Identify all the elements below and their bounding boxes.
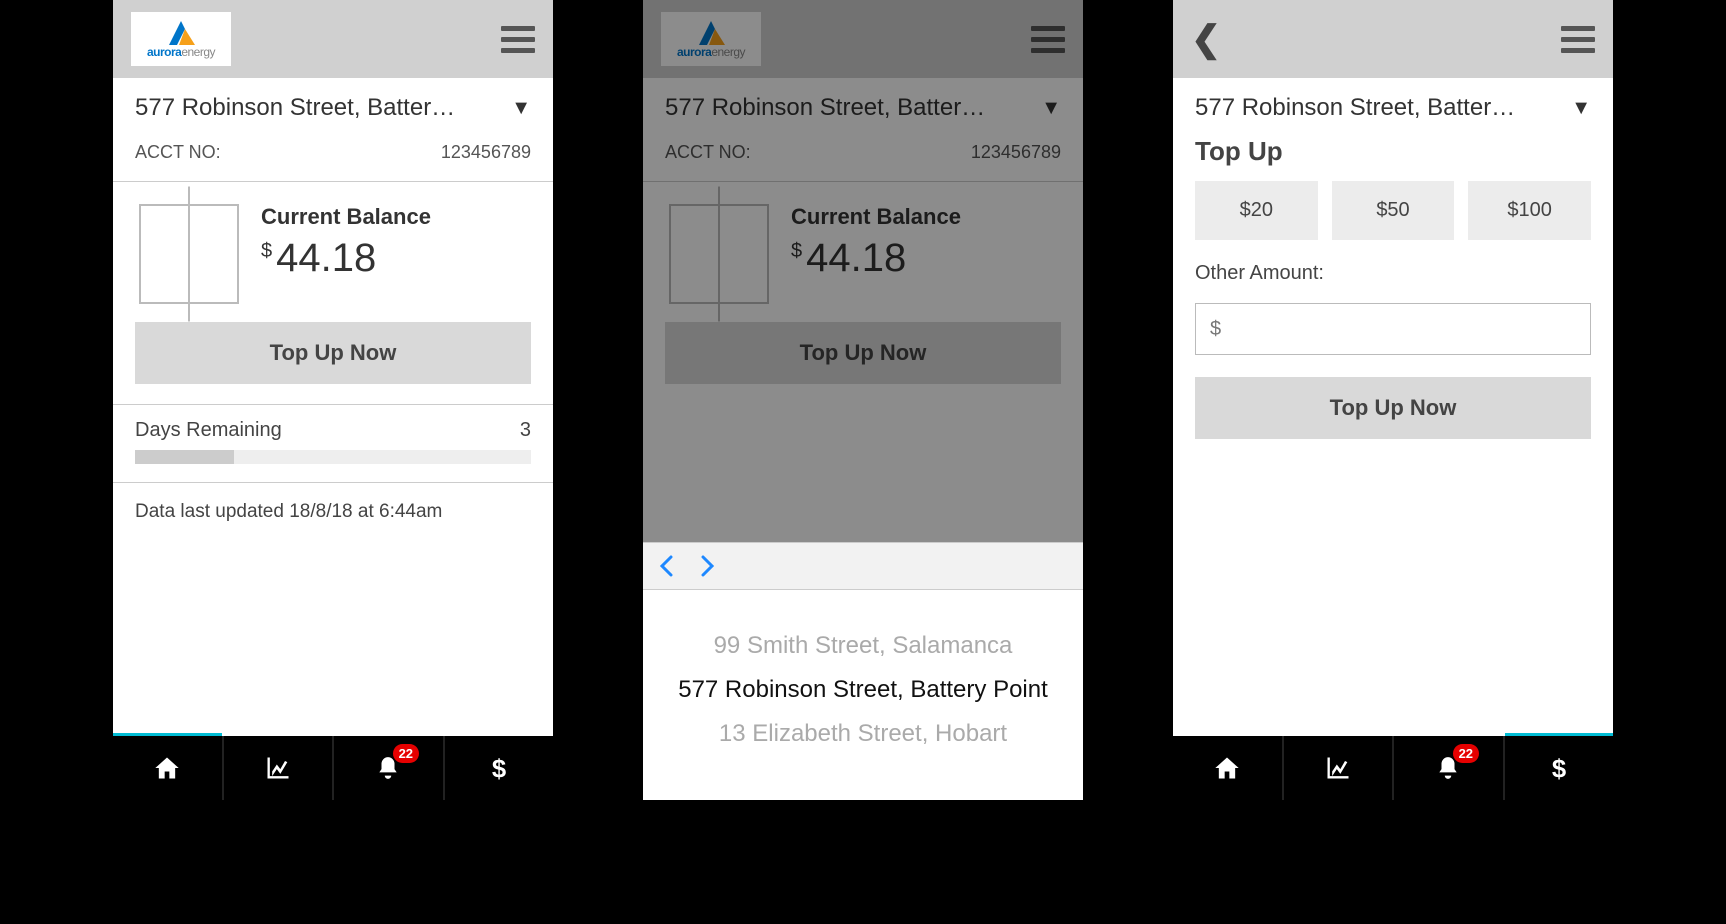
brand-logo: auroraenergy <box>131 12 231 66</box>
days-progress-bar <box>135 450 531 464</box>
header: auroraenergy <box>113 0 553 78</box>
notification-badge: 22 <box>393 744 419 763</box>
address-text: 577 Robinson Street, Batter… <box>135 94 455 122</box>
tab-bar: 22 $ <box>1173 736 1613 800</box>
back-icon[interactable]: ❮ <box>1191 18 1221 60</box>
account-number: 123456789 <box>441 142 531 163</box>
balance-amount: $44.18 <box>261 236 431 281</box>
tab-usage[interactable] <box>1282 736 1393 800</box>
page-title: Top Up <box>1173 132 1613 181</box>
address-selector[interactable]: 577 Robinson Street, Batter… ▼ <box>113 78 553 132</box>
tab-bar: 22 $ <box>113 736 553 800</box>
tab-payments[interactable]: $ <box>443 736 554 800</box>
notification-badge: 22 <box>1453 744 1479 763</box>
account-row: ACCT NO: 123456789 <box>113 132 553 181</box>
topup-now-button[interactable]: Top Up Now <box>1195 377 1591 439</box>
chevron-down-icon: ▼ <box>1571 97 1591 120</box>
amount-preset-button[interactable]: $50 <box>1332 181 1455 240</box>
header: ❮ <box>1173 0 1613 78</box>
tab-home[interactable] <box>113 736 222 800</box>
currency-prefix: $ <box>1210 318 1221 341</box>
address-picker: 99 Smith Street, Salamanca 577 Robinson … <box>643 542 1083 800</box>
topup-now-button[interactable]: Top Up Now <box>135 322 531 384</box>
other-amount-input[interactable]: $ <box>1195 303 1591 355</box>
address-selector[interactable]: 577 Robinson Street, Batter… ▼ <box>1173 78 1613 132</box>
other-amount-label: Other Amount: <box>1173 262 1613 295</box>
picker-wheel[interactable]: 99 Smith Street, Salamanca 577 Robinson … <box>643 590 1083 800</box>
picker-option[interactable]: 99 Smith Street, Salamanca <box>643 624 1083 668</box>
screen-address-picker: auroraenergy 577 Robinson Street, Batter… <box>643 0 1083 800</box>
tab-notifications[interactable]: 22 <box>1392 736 1503 800</box>
image-placeholder-icon <box>139 204 239 304</box>
amount-preset-row: $20 $50 $100 <box>1173 181 1613 240</box>
picker-toolbar <box>643 542 1083 590</box>
svg-text:$: $ <box>492 755 506 782</box>
tab-notifications[interactable]: 22 <box>332 736 443 800</box>
svg-text:$: $ <box>1552 755 1566 782</box>
screen-topup: ❮ 577 Robinson Street, Batter… ▼ Top Up … <box>1173 0 1613 800</box>
account-label: ACCT NO: <box>135 142 221 163</box>
amount-preset-button[interactable]: $100 <box>1468 181 1591 240</box>
balance-label: Current Balance <box>261 204 431 230</box>
chevron-down-icon: ▼ <box>511 97 531 120</box>
picker-next-icon[interactable] <box>701 555 715 577</box>
amount-preset-button[interactable]: $20 <box>1195 181 1318 240</box>
days-value: 3 <box>520 419 531 442</box>
tab-payments[interactable]: $ <box>1503 736 1614 800</box>
tab-usage[interactable] <box>222 736 333 800</box>
picker-option[interactable]: 577 Robinson Street, Battery Point <box>643 668 1083 712</box>
days-label: Days Remaining <box>135 419 282 442</box>
tab-home[interactable] <box>1173 736 1282 800</box>
screen-home: auroraenergy 577 Robinson Street, Batter… <box>113 0 553 800</box>
menu-icon[interactable] <box>1561 26 1595 53</box>
menu-icon[interactable] <box>501 26 535 53</box>
picker-option[interactable]: 13 Elizabeth Street, Hobart <box>643 712 1083 756</box>
last-updated-text: Data last updated 18/8/18 at 6:44am <box>113 483 553 541</box>
picker-prev-icon[interactable] <box>659 555 673 577</box>
days-remaining-row: Days Remaining 3 <box>113 405 553 450</box>
